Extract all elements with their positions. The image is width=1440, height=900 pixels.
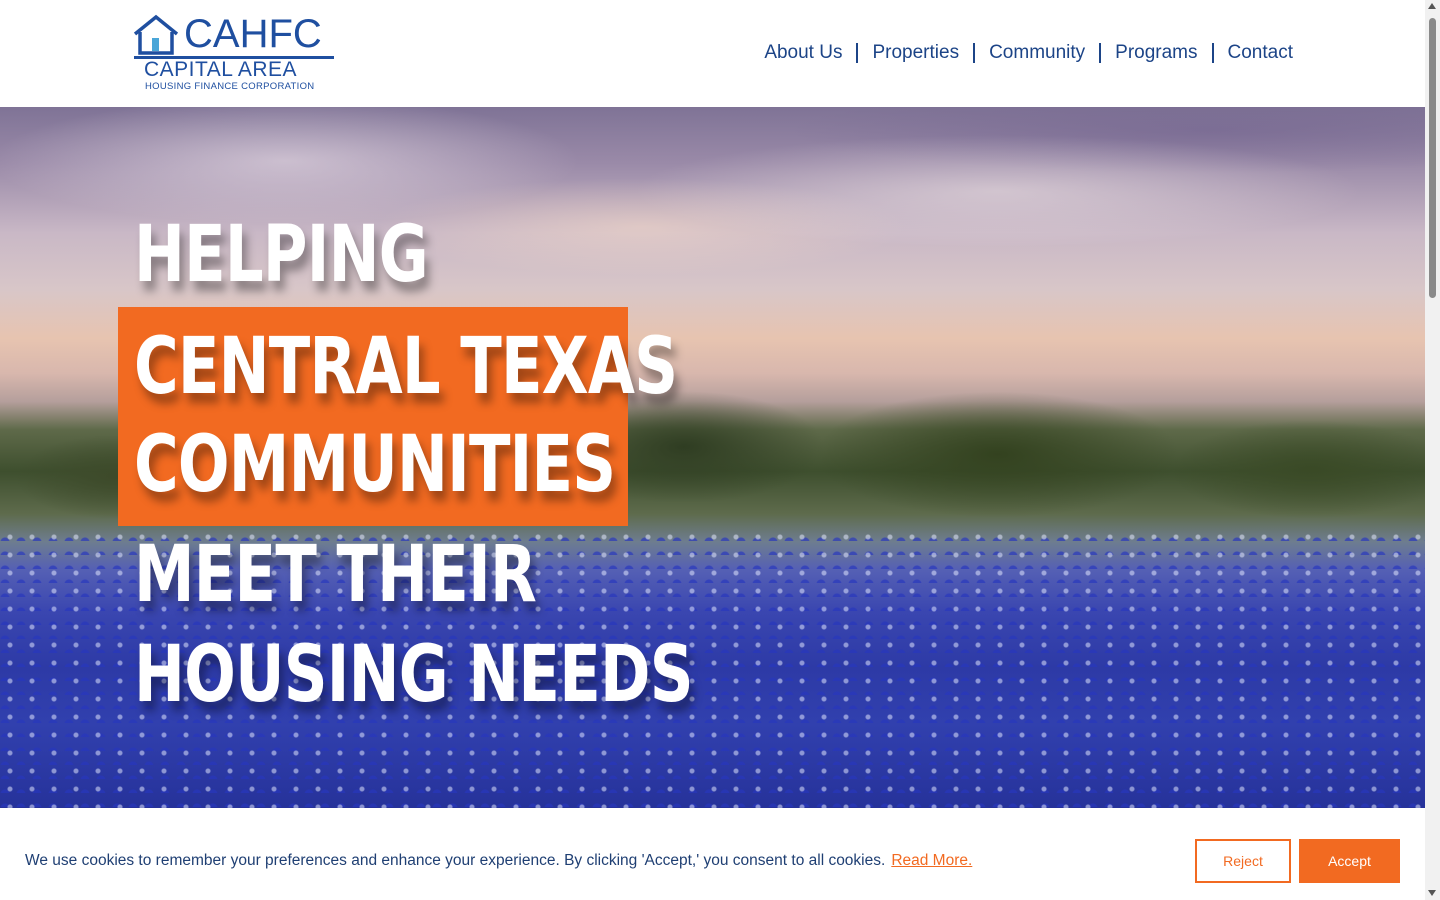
hero-headline-line-2: CENTRAL TEXAS: [134, 322, 678, 412]
nav-properties[interactable]: Properties: [858, 40, 973, 66]
hero-banner: HELPING CENTRAL TEXAS COMMUNITIES MEET T…: [0, 107, 1425, 808]
logo-acronym: CAHFC: [184, 12, 322, 56]
site-header: CAHFC CAPITAL AREA HOUSING FINANCE CORPO…: [0, 0, 1425, 107]
cookie-read-more-link[interactable]: Read More.: [891, 852, 972, 869]
cahfc-logo[interactable]: CAHFC CAPITAL AREA HOUSING FINANCE CORPO…: [132, 12, 337, 94]
scrollbar-thumb[interactable]: [1429, 18, 1436, 298]
reject-button[interactable]: Reject: [1195, 839, 1291, 883]
house-icon: [133, 14, 179, 55]
cookie-message-text: We use cookies to remember your preferen…: [25, 852, 886, 869]
nav-programs[interactable]: Programs: [1101, 40, 1211, 66]
hero-headline-line-5: HOUSING NEEDS: [134, 630, 694, 720]
page-scrollbar[interactable]: [1425, 0, 1440, 900]
cookie-message: We use cookies to remember your preferen…: [25, 850, 972, 872]
nav-about-us[interactable]: About Us: [750, 40, 856, 66]
nav-community[interactable]: Community: [975, 40, 1099, 66]
hero-headline-line-3: COMMUNITIES: [134, 420, 616, 510]
nav-contact[interactable]: Contact: [1214, 40, 1293, 66]
logo-subtitle: HOUSING FINANCE CORPORATION: [145, 81, 315, 92]
hero-headline-line-4: MEET THEIR: [134, 530, 537, 620]
accept-button[interactable]: Accept: [1299, 839, 1400, 883]
main-nav: About Us Properties Community Programs C…: [750, 40, 1293, 66]
logo-name: CAPITAL AREA: [144, 58, 298, 81]
scroll-down-arrow-icon[interactable]: [1428, 890, 1436, 896]
hero-headline-line-1: HELPING: [134, 210, 429, 300]
scroll-up-arrow-icon[interactable]: [1428, 3, 1436, 9]
cookie-consent-bar: We use cookies to remember your preferen…: [0, 808, 1425, 900]
